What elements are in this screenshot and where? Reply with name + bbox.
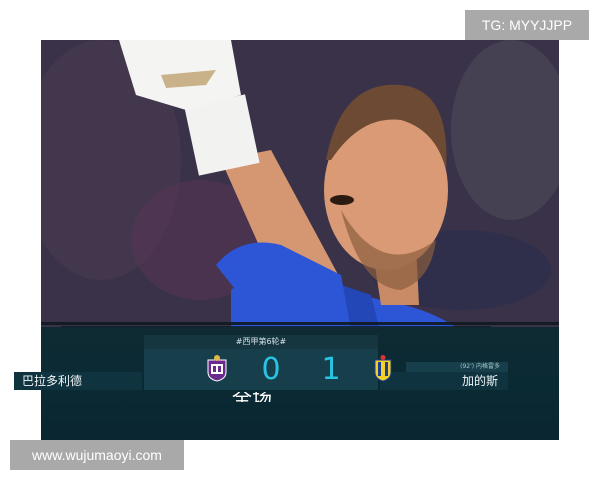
- competition-label: #西甲第6轮#: [144, 335, 378, 349]
- away-team-name: 加的斯: [380, 372, 508, 390]
- home-team-name: 巴拉多利德: [14, 372, 142, 390]
- scorer-note: (92') 内格雷多: [406, 362, 508, 372]
- home-crest-icon: [207, 355, 227, 382]
- away-crest-icon: [374, 355, 392, 382]
- bottom-caption: 全场: [232, 392, 272, 402]
- home-score: 0: [261, 352, 281, 387]
- telegram-watermark: TG: MYYJJPP: [465, 10, 589, 40]
- away-score: 1: [321, 352, 341, 387]
- website-watermark: www.wujumaoyi.com: [10, 440, 184, 470]
